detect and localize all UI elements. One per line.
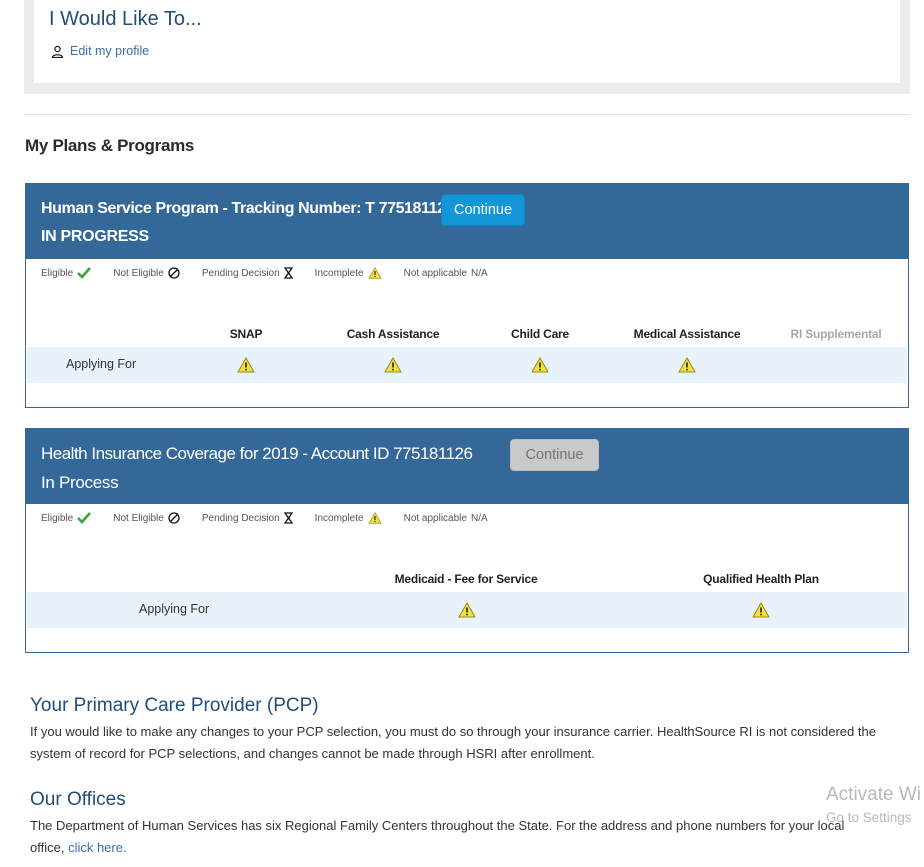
user-icon [51,45,64,58]
legend-not-eligible-label: Not Eligible [113,512,164,524]
program-col-childcare: Child Care [510,327,569,341]
legend-pending-label: Pending Decision [201,512,280,524]
warning-icon [237,357,255,373]
legend-pending: Pending Decision [202,512,293,524]
quick-actions-panel: I Would Like To... Edit my profile [24,0,910,94]
plan-header: Health Insurance Coverage for 2019 - Acc… [26,429,908,504]
program-col-cash: Cash Assistance [346,327,440,341]
check-icon [77,512,92,524]
legend-not-applicable: Not applicable N/A [404,268,488,279]
offices-text: The Department of Human Services has six… [30,815,870,859]
offices-link[interactable]: click here. [68,840,127,855]
warning-icon [752,602,770,618]
legend-incomplete-label: Incomplete [314,267,364,279]
offices-title: Our Offices [30,789,126,810]
legend-incomplete: Incomplete [315,267,382,279]
divider [24,114,910,115]
applying-row [27,347,907,383]
pcp-title: Your Primary Care Provider (PCP) [30,695,319,716]
program-col-qhp: Qualified Health Plan [703,572,819,586]
warning-icon [678,357,696,373]
plan-status: In Process [41,473,119,492]
plan-header: Human Service Program - Tracking Number:… [26,184,908,259]
plan-body: Eligible Not Eligible Pending Decision I… [26,504,908,650]
applying-label: Applying For [66,357,137,371]
warning-icon [367,512,382,524]
plan-card-health-insurance: Health Insurance Coverage for 2019 - Acc… [25,428,909,653]
edit-profile-link[interactable]: Edit my profile [51,44,149,58]
legend-incomplete-label: Incomplete [314,512,364,524]
status-legend: Eligible Not Eligible Pending Decision I… [41,267,510,279]
program-col-ri-supplemental: RI Supplemental [790,327,882,341]
program-col-medical: Medical Assistance [633,327,741,341]
legend-not-applicable: Not applicable N/A [404,513,488,524]
offices-text-body: The Department of Human Services has six… [30,818,845,855]
legend-pending-label: Pending Decision [201,267,280,279]
activation-watermark-settings: Go to Settings [826,810,912,825]
quick-actions-title: I Would Like To... [49,8,202,30]
hourglass-icon [283,267,293,279]
legend-not-eligible: Not Eligible [113,267,180,279]
section-title: My Plans & Programs [25,136,195,155]
activation-watermark-title: Activate Wi [826,784,922,805]
legend-pending: Pending Decision [202,267,293,279]
legend-not-eligible: Not Eligible [113,512,180,524]
legend-not-applicable-label: Not applicable [403,512,467,524]
legend-eligible-label: Eligible [41,267,74,279]
plan-status: IN PROGRESS [41,228,149,245]
program-col-medicaid: Medicaid - Fee for Service [394,572,538,586]
plan-body: Eligible Not Eligible Pending Decision I… [26,259,908,405]
prohibited-icon [168,512,180,524]
legend-na-value: N/A [470,512,488,524]
check-icon [77,267,92,279]
legend-na-value: N/A [470,267,488,279]
warning-icon [531,357,549,373]
continue-button[interactable]: Continue [441,194,525,226]
hourglass-icon [283,512,293,524]
continue-button[interactable]: Continue [510,439,599,471]
plan-title: Health Insurance Coverage for 2019 - Acc… [41,444,473,463]
warning-icon [367,267,382,279]
legend-not-eligible-label: Not Eligible [113,267,164,279]
plan-title: Human Service Program - Tracking Number:… [41,200,455,217]
status-legend: Eligible Not Eligible Pending Decision I… [41,512,510,524]
pcp-text: If you would like to make any changes to… [30,724,876,761]
warning-icon [384,357,402,373]
edit-profile-label[interactable]: Edit my profile [70,44,149,58]
warning-icon [458,602,476,618]
quick-actions-card: I Would Like To... Edit my profile [34,0,900,83]
applying-label: Applying For [139,602,210,616]
program-col-snap: SNAP [229,327,263,341]
legend-eligible-label: Eligible [41,512,74,524]
legend-eligible: Eligible [41,512,92,524]
prohibited-icon [168,267,180,279]
legend-incomplete: Incomplete [315,512,382,524]
legend-eligible: Eligible [41,267,92,279]
legend-not-applicable-label: Not applicable [403,267,467,279]
plan-card-human-service: Human Service Program - Tracking Number:… [25,183,909,408]
